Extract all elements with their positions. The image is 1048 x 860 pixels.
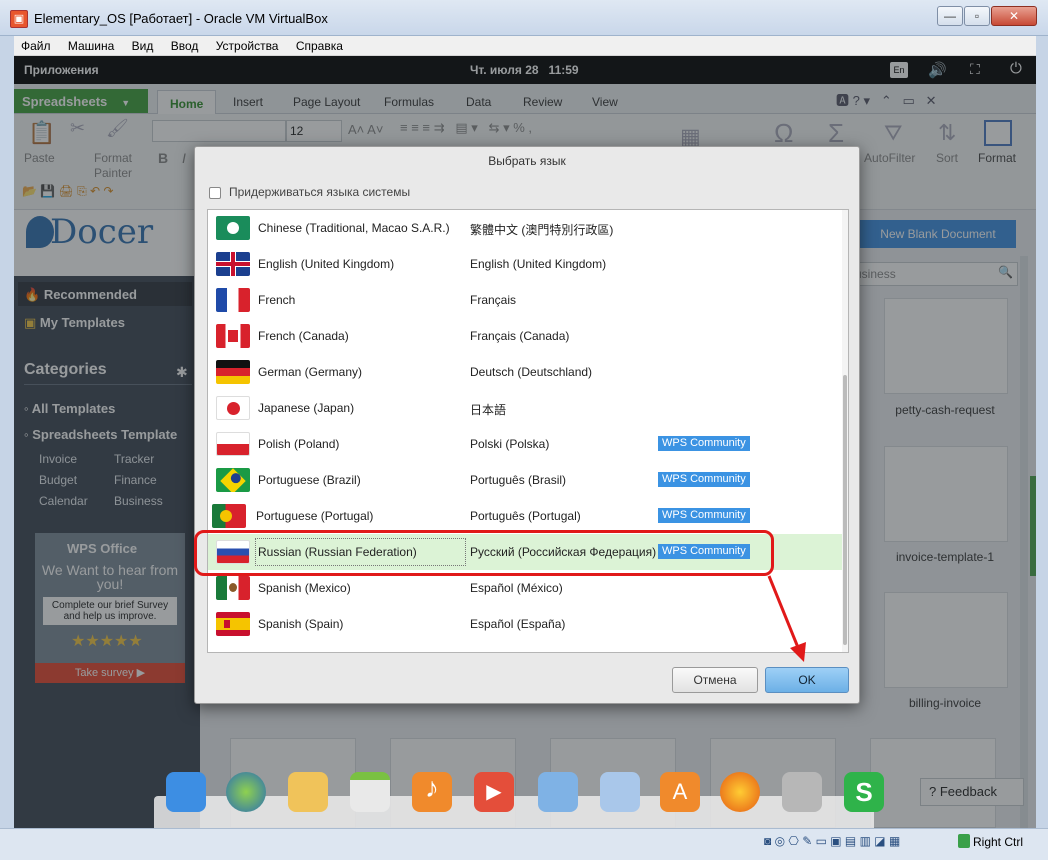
menu-help[interactable]: Справка: [289, 36, 350, 53]
menu-machine[interactable]: Машина: [61, 36, 121, 53]
menu-view[interactable]: Вид: [125, 36, 161, 53]
menu-input[interactable]: Ввод: [164, 36, 206, 53]
window-titlebar: ▣ Elementary_OS [Работает] - Oracle VM V…: [0, 0, 1048, 36]
app-center-icon[interactable]: A: [660, 772, 700, 812]
multitasking-view-icon[interactable]: [166, 772, 206, 812]
virtualbox-icon: ▣: [10, 10, 28, 28]
photos-icon[interactable]: [538, 772, 578, 812]
settings-toggle-icon[interactable]: [600, 772, 640, 812]
annotation-arrow: [767, 575, 806, 662]
status-device-icons[interactable]: ◙ ◎ ⎔ ✎ ▭ ▣ ▤ ▥ ◪ ▦: [764, 834, 900, 848]
music-icon[interactable]: ♪: [412, 772, 452, 812]
calendar-icon[interactable]: [350, 772, 390, 812]
web-browser-icon[interactable]: [226, 772, 266, 812]
host-key-label: Right Ctrl: [973, 835, 1024, 849]
firefox-icon[interactable]: [720, 772, 760, 812]
video-icon[interactable]: ▶: [474, 772, 514, 812]
menu-devices[interactable]: Устройства: [209, 36, 286, 53]
vbox-menubar: Файл Машина Вид Ввод Устройства Справка: [14, 36, 1036, 56]
minimize-button[interactable]: —: [937, 6, 963, 26]
window-title: Elementary_OS [Работает] - Oracle VM Vir…: [34, 11, 328, 26]
close-button[interactable]: ✕: [991, 6, 1037, 26]
mail-icon[interactable]: [288, 772, 328, 812]
guest-screen: Приложения Чт. июля 28 11:59 En 🔊 ⛶ ⏻ Sp…: [14, 56, 1036, 828]
maximize-button[interactable]: ▫: [964, 6, 990, 26]
host-key-icon: [958, 834, 970, 848]
menu-file[interactable]: Файл: [14, 36, 58, 53]
wps-spreadsheets-icon[interactable]: S: [844, 772, 884, 812]
files-icon[interactable]: [782, 772, 822, 812]
vbox-statusbar: ◙ ◎ ⎔ ✎ ▭ ▣ ▤ ▥ ◪ ▦ Right Ctrl: [0, 828, 1048, 860]
